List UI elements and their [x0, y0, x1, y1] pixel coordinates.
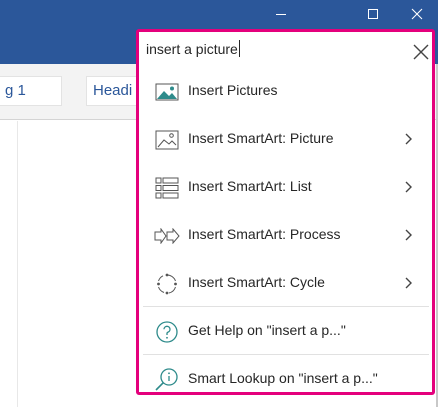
chevron-right-icon	[405, 133, 412, 145]
picture-icon	[154, 79, 180, 105]
smartart-list-icon	[154, 175, 180, 201]
divider	[143, 306, 429, 307]
tell-me-dropdown: insert a picture Insert Pictures Insert …	[136, 29, 435, 395]
chevron-right-icon	[405, 181, 412, 193]
menu-item-insert-pictures[interactable]: Insert Pictures	[139, 68, 432, 116]
menu-item-smart-lookup[interactable]: Smart Lookup on "insert a p..."	[139, 356, 432, 404]
minimize-icon	[276, 14, 286, 15]
page-margin-line	[17, 121, 18, 407]
menu-item-smartart-cycle[interactable]: Insert SmartArt: Cycle	[139, 260, 432, 308]
smartart-process-icon	[154, 223, 180, 249]
menu-item-smartart-process[interactable]: Insert SmartArt: Process	[139, 212, 432, 260]
smart-lookup-icon	[154, 367, 180, 393]
divider	[143, 354, 429, 355]
menu-item-label: Get Help on "insert a p..."	[188, 322, 346, 338]
close-window-button[interactable]	[394, 0, 438, 28]
menu-item-label: Insert Pictures	[188, 82, 278, 98]
smartart-cycle-icon	[154, 271, 180, 297]
text-caret	[238, 40, 240, 57]
menu-item-smartart-picture[interactable]: Insert SmartArt: Picture	[139, 116, 432, 164]
minimize-button[interactable]	[258, 0, 304, 28]
menu-item-get-help[interactable]: Get Help on "insert a p..."	[139, 308, 432, 356]
menu-item-label: Insert SmartArt: Process	[188, 226, 341, 242]
menu-item-label: Insert SmartArt: Cycle	[188, 274, 325, 290]
chevron-right-icon	[405, 229, 412, 241]
menu-item-label: Insert SmartArt: List	[188, 178, 312, 194]
close-icon	[411, 8, 423, 20]
menu-item-label: Insert SmartArt: Picture	[188, 130, 334, 146]
tell-me-input[interactable]: insert a picture	[146, 40, 240, 57]
chevron-right-icon	[405, 277, 412, 289]
style-heading-1[interactable]: g 1	[0, 76, 62, 106]
help-icon	[154, 319, 180, 345]
clear-search-icon[interactable]	[411, 42, 431, 62]
smartart-picture-icon	[154, 127, 180, 153]
menu-item-label: Smart Lookup on "insert a p..."	[188, 370, 378, 386]
tell-me-search: insert a picture	[139, 32, 432, 68]
maximize-icon	[368, 9, 378, 19]
menu-item-smartart-list[interactable]: Insert SmartArt: List	[139, 164, 432, 212]
maximize-button[interactable]	[350, 0, 396, 28]
